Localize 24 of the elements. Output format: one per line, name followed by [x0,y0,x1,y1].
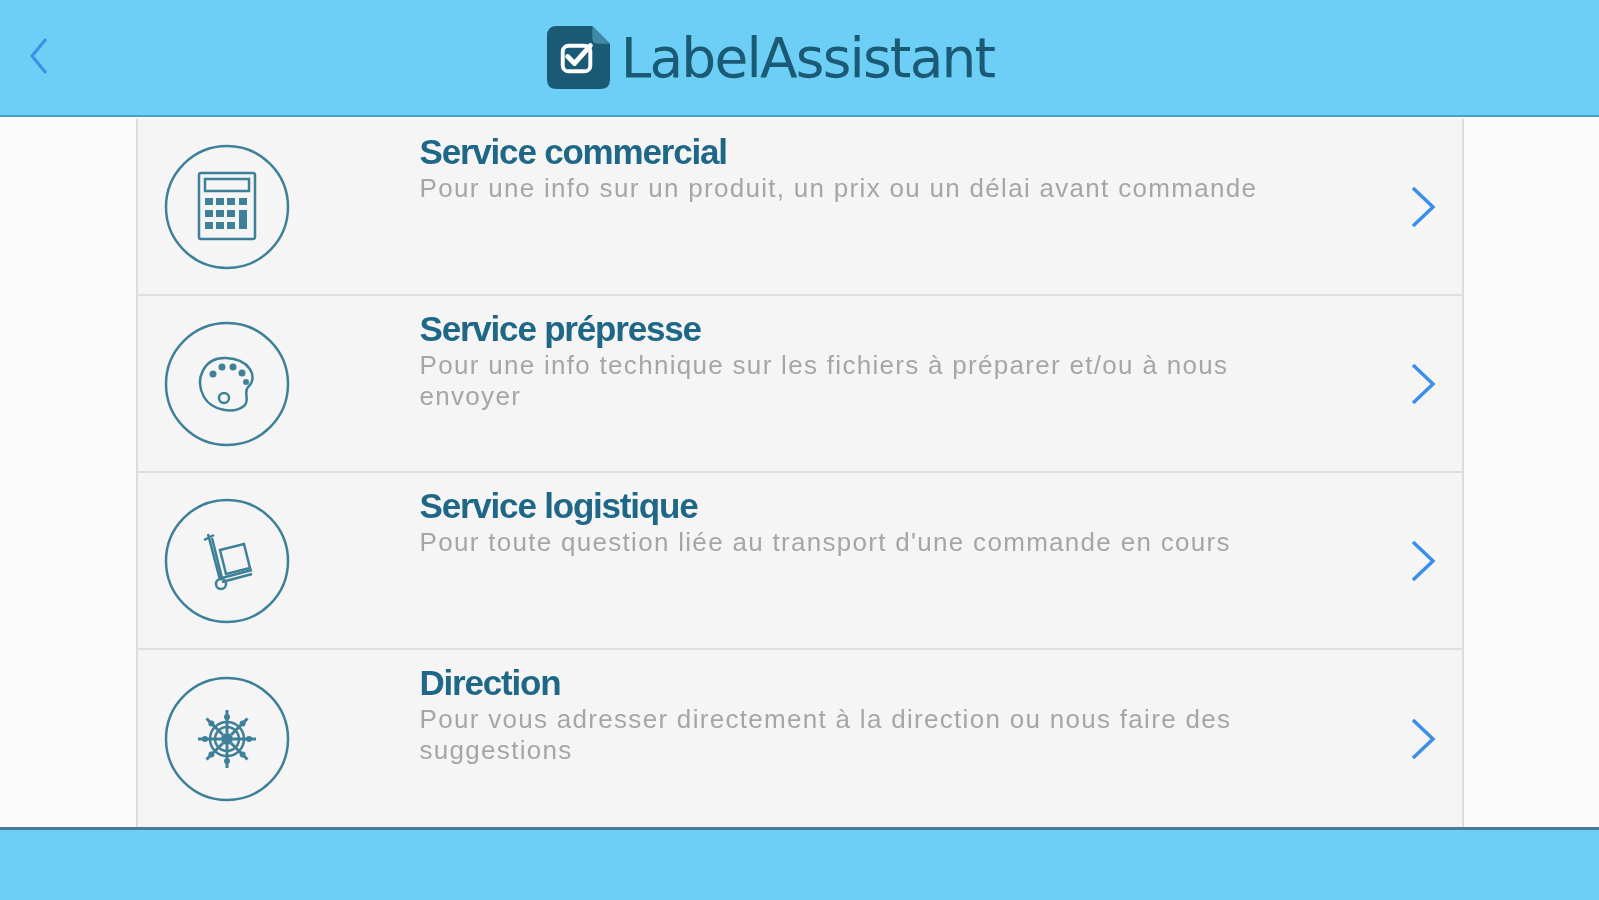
list-item[interactable]: Service commercial Pour une info sur un produit, un prix ou un délai avant commande [137,119,1462,296]
item-description: Pour vous adresser directement à la direction ou nous faire des suggestions [419,704,1233,766]
item-title: Service commercial [419,131,727,173]
chevron-right-icon [1409,539,1436,582]
list-item[interactable]: Service logistique Pour toute question liée au transport d'une commande en cours [137,473,1462,650]
item-title: Service prépresse [419,308,701,350]
chevron-left-icon [29,37,49,75]
ship-wheel-icon [163,675,290,802]
list-item[interactable]: Service prépresse Pour une info technique sur les fichiers à préparer et/ou à nous envoyer [137,296,1462,473]
item-description: Pour une info technique sur les fichiers à préparer et/ou à nous envoyer [419,350,1230,412]
back-button[interactable] [29,37,49,75]
item-title: Direction [419,662,561,704]
calculator-icon [163,143,290,270]
logo-icon [546,26,610,89]
hand-truck-icon [163,497,290,624]
item-description: Pour toute question liée au transport d'une commande en cours [419,527,1231,558]
list-item[interactable]: Direction Pour vous adresser directement à la direction ou nous faire des suggestions [137,650,1462,827]
item-title: Service logistique [419,485,698,527]
chevron-right-icon [1409,362,1436,405]
app-title: LabelAssistant [620,25,995,90]
palette-icon [163,320,290,447]
item-description: Pour une info sur un produit, un prix ou un délai avant commande [419,173,1258,204]
chevron-right-icon [1409,185,1436,228]
chevron-right-icon [1409,717,1436,760]
